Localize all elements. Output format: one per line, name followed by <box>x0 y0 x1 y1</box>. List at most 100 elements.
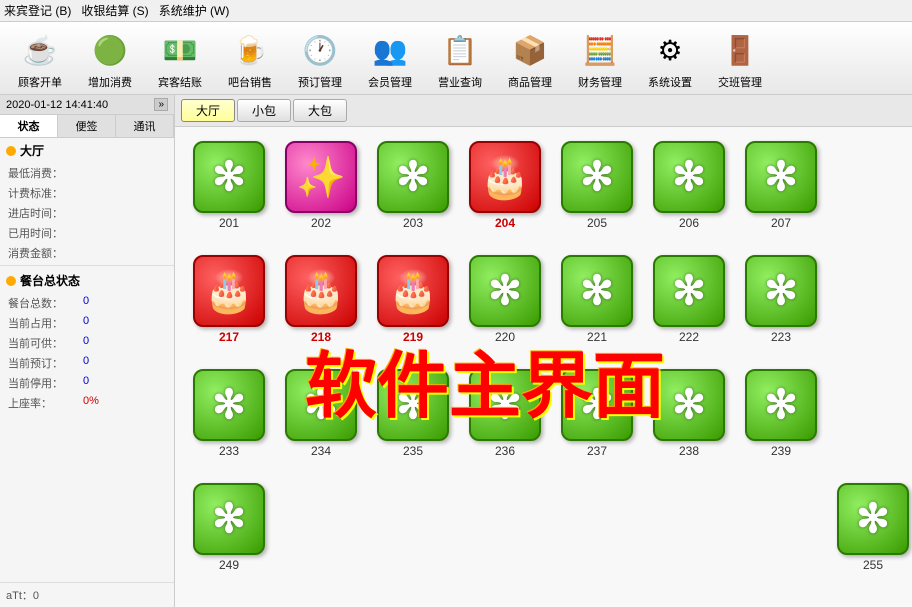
right-panel: 大厅 小包 大包 软件主界面 ✻201✨202✻203🎂204✻205✻206✻… <box>175 95 912 607</box>
btn-label: 商品管理 <box>508 74 552 90</box>
main-layout: 2020-01-12 14:41:40 » 状态 便签 通讯 大厅 最低消费： … <box>0 95 912 607</box>
table-cell[interactable]: ✻221 <box>553 251 641 361</box>
table-icon-249: ✻ <box>193 483 265 555</box>
table-number-223: 223 <box>771 330 791 344</box>
menu-maintenance[interactable]: 系统维护 (W) <box>159 2 230 19</box>
stat-disabled-label: 当前停用： <box>8 375 83 391</box>
info-amount: 消费金额： <box>0 243 174 263</box>
tab-status[interactable]: 状态 <box>0 115 58 137</box>
table-cell[interactable]: ✻ 222 <box>645 251 733 361</box>
table-number-219: 219 <box>403 330 423 344</box>
table-icon-255: ✻ <box>837 483 909 555</box>
stat-available: 当前可供： 0 <box>0 333 174 353</box>
table-cell[interactable]: ✻ 249 <box>185 479 273 589</box>
table-number-218: 218 <box>311 330 331 344</box>
btn-member[interactable]: 👥 会员管理 <box>358 26 422 90</box>
btn-business[interactable]: 📋 营业查询 <box>428 26 492 90</box>
table-cell[interactable]: ✻239 <box>737 365 825 475</box>
table-cell[interactable]: ✻233 <box>185 365 273 475</box>
table-cell[interactable]: 🎂217 <box>185 251 273 361</box>
elapsed-label: 已用时间： <box>8 225 73 241</box>
checkin-label: 进店时间： <box>8 205 73 221</box>
table-icon-218: 🎂 <box>285 255 357 327</box>
table-icon-235: ✻ <box>377 369 449 441</box>
tab-comm[interactable]: 通讯 <box>116 115 174 137</box>
stat-total-label: 餐台总数： <box>8 295 83 311</box>
table-icon-201: ✻ <box>193 141 265 213</box>
table-number-237: 237 <box>587 444 607 458</box>
hall-section-label: 大厅 <box>20 142 44 159</box>
btn-label: 增加消费 <box>88 74 132 90</box>
area-tab-small[interactable]: 小包 <box>237 99 291 122</box>
collapse-button[interactable]: » <box>154 98 168 111</box>
btn-add-consume[interactable]: 🟢 增加消费 <box>78 26 142 90</box>
stat-occupied-value: 0 <box>83 315 89 331</box>
table-cell[interactable]: ✻201 <box>185 137 273 247</box>
min-cost-label: 最低消费： <box>8 165 73 181</box>
btn-label: 营业查询 <box>438 74 482 90</box>
menubar: 来宾登记 (B) 收银结算 (S) 系统维护 (W) <box>0 0 912 22</box>
table-number-222: 222 <box>679 330 699 344</box>
table-cell[interactable]: ✨202 <box>277 137 365 247</box>
area-tab-hall[interactable]: 大厅 <box>181 99 235 122</box>
area-tab-large[interactable]: 大包 <box>293 99 347 122</box>
table-icon-238: ✻ <box>653 369 725 441</box>
stat-total-value: 0 <box>83 295 89 311</box>
btn-finance[interactable]: 🧮 财务管理 <box>568 26 632 90</box>
btn-guest-order[interactable]: ☕ 顾客开单 <box>8 26 72 90</box>
table-icon-205: ✻ <box>561 141 633 213</box>
btn-goods[interactable]: 📦 商品管理 <box>498 26 562 90</box>
btn-handover[interactable]: 🚪 交班管理 <box>708 26 772 90</box>
table-cell[interactable]: ✻ 205 <box>553 137 641 247</box>
table-number-203: 203 <box>403 216 423 230</box>
table-number-239: 239 <box>771 444 791 458</box>
menu-checkout[interactable]: 收银结算 (S) <box>81 2 148 19</box>
table-number-202: 202 <box>311 216 331 230</box>
btn-bar-sales[interactable]: 🍺 吧台销售 <box>218 26 282 90</box>
table-cell[interactable]: ✻255 <box>829 479 912 589</box>
table-icon-222: ✻ <box>653 255 725 327</box>
table-cell[interactable]: ✻ 237 <box>553 365 641 475</box>
table-number-221: 221 <box>587 330 607 344</box>
stat-occupied-label: 当前占用： <box>8 315 83 331</box>
table-cell[interactable]: ✻207 <box>737 137 825 247</box>
table-cell[interactable]: 🎂 218 <box>277 251 365 361</box>
table-number-235: 235 <box>403 444 423 458</box>
table-icon-234: ✻ <box>285 369 357 441</box>
amount-label: 消费金额： <box>8 245 73 261</box>
table-cell[interactable]: ✻203 <box>369 137 457 247</box>
table-number-207: 207 <box>771 216 791 230</box>
table-cell[interactable]: ✻ 238 <box>645 365 733 475</box>
table-number-233: 233 <box>219 444 239 458</box>
table-cell[interactable]: 🎂219 <box>369 251 457 361</box>
table-number-205: 205 <box>587 216 607 230</box>
table-cell[interactable]: ✻220 <box>461 251 549 361</box>
status-dot <box>6 276 16 286</box>
table-number-238: 238 <box>679 444 699 458</box>
left-panel: 2020-01-12 14:41:40 » 状态 便签 通讯 大厅 最低消费： … <box>0 95 175 607</box>
stat-reserved-value: 0 <box>83 355 89 371</box>
info-elapsed: 已用时间： <box>0 223 174 243</box>
stat-available-value: 0 <box>83 335 89 351</box>
table-cell[interactable]: ✻ 235 <box>369 365 457 475</box>
billing-label: 计费标准： <box>8 185 73 201</box>
table-icon-204: 🎂 <box>469 141 541 213</box>
table-number-249: 249 <box>219 558 239 572</box>
btn-reservation[interactable]: 🕐 预订管理 <box>288 26 352 90</box>
table-cell[interactable]: 🎂204 <box>461 137 549 247</box>
menu-guests[interactable]: 来宾登记 (B) <box>4 2 71 19</box>
btn-label: 会员管理 <box>368 74 412 90</box>
btn-settings[interactable]: ⚙ 系统设置 <box>638 26 702 90</box>
stat-occupied: 当前占用： 0 <box>0 313 174 333</box>
status-section-label: 餐台总状态 <box>20 272 80 289</box>
table-cell[interactable]: ✻234 <box>277 365 365 475</box>
btn-label: 吧台销售 <box>228 74 272 90</box>
table-cell[interactable]: ✻223 <box>737 251 825 361</box>
left-tabs: 状态 便签 通讯 <box>0 115 174 138</box>
table-cell[interactable]: ✻236 <box>461 365 549 475</box>
table-cell[interactable]: ✻206 <box>645 137 733 247</box>
info-billing: 计费标准： <box>0 183 174 203</box>
btn-checkout[interactable]: 💵 宾客结账 <box>148 26 212 90</box>
tab-notes[interactable]: 便签 <box>58 115 116 137</box>
table-icon-237: ✻ <box>561 369 633 441</box>
